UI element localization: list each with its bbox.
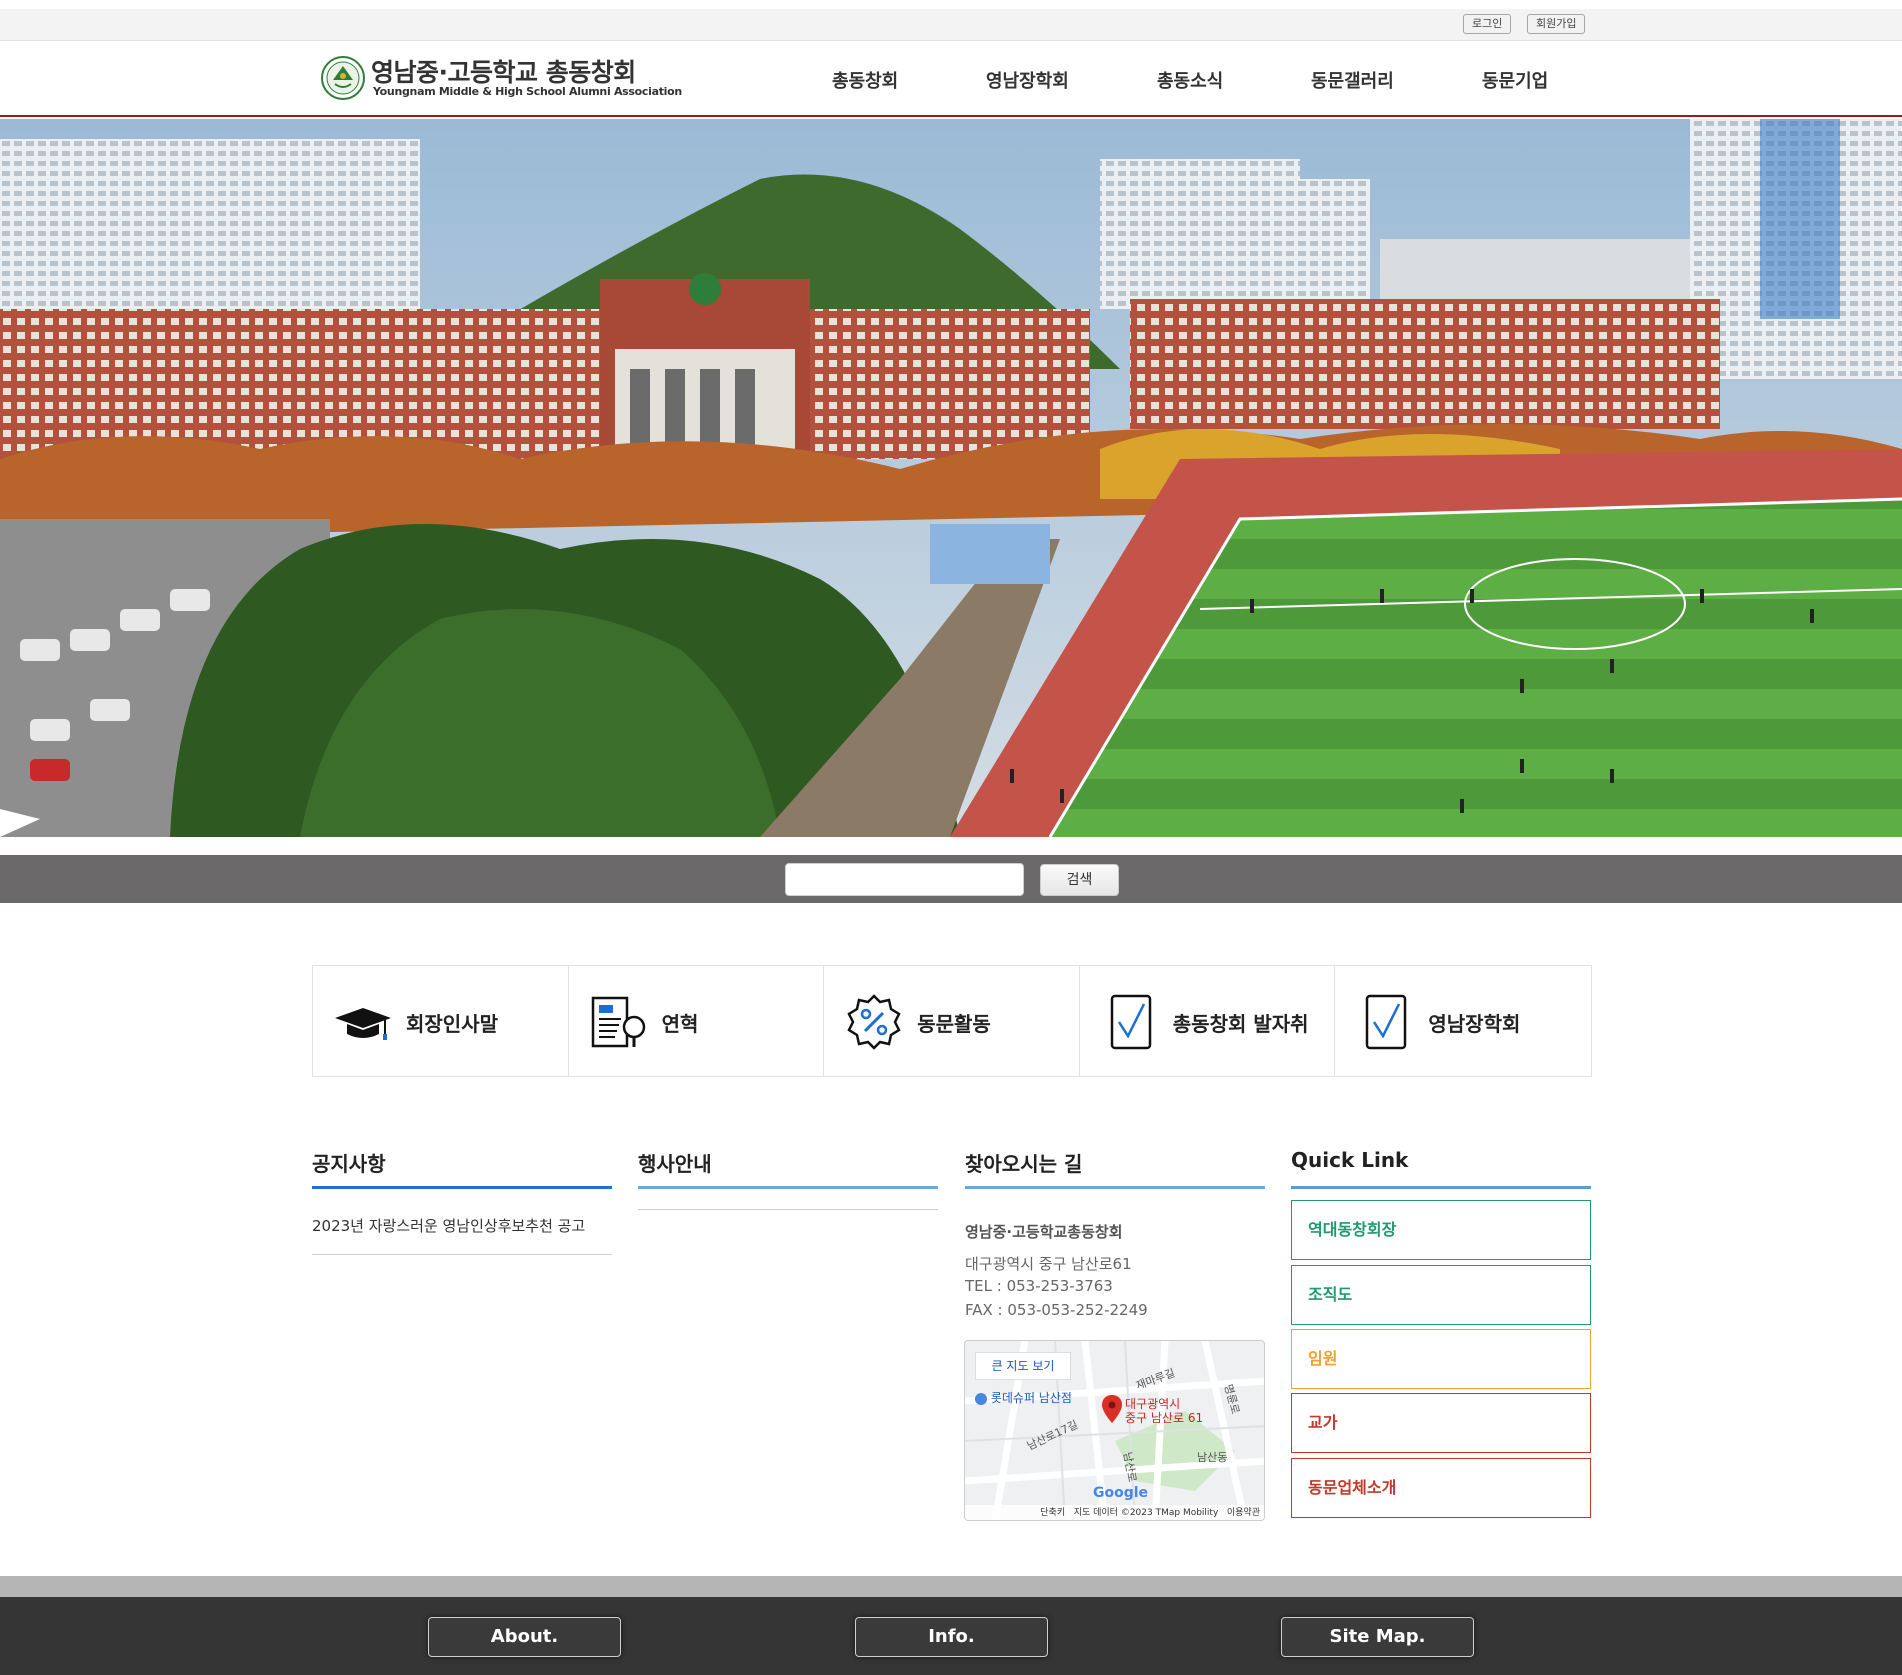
events-title: 행사안내: [638, 1152, 712, 1176]
events-divider: [638, 1209, 938, 1210]
footer-about-button[interactable]: About.: [428, 1617, 621, 1657]
percent-badge-icon: [847, 994, 901, 1050]
quicklink-title: Quick Link: [1291, 1148, 1409, 1172]
nav-item-scholarship[interactable]: 영남장학회: [986, 67, 1069, 93]
notice-underline: [312, 1186, 612, 1189]
notice-title: 공지사항: [312, 1152, 386, 1176]
big-map-button[interactable]: 큰 지도 보기: [975, 1352, 1071, 1380]
quicklink-officers[interactable]: 임원: [1291, 1329, 1591, 1389]
nav-item-news[interactable]: 총동소식: [1157, 67, 1223, 93]
directions-org-name: 영남중·고등학교총동창회: [965, 1223, 1123, 1241]
utility-bar: 로그인 회원가입: [0, 9, 1902, 41]
shop-pin-icon: [975, 1392, 987, 1405]
nav-item-alumni[interactable]: 총동창회: [832, 67, 898, 93]
directions-address: 대구광역시 중구 남산로61: [965, 1255, 1132, 1273]
quicklink-underline: [1291, 1186, 1591, 1189]
campus-photo: [0, 119, 1902, 837]
document-magnifier-icon: [591, 996, 645, 1048]
icon-menu-greeting[interactable]: 회장인사말: [313, 966, 569, 1076]
map-marker-label: 대구광역시 중구 남산로 61: [1125, 1397, 1204, 1425]
icon-menu-label: 영남장학회: [1428, 1012, 1521, 1036]
search-button[interactable]: 검색: [1040, 864, 1119, 896]
quicklink-past-presidents[interactable]: 역대동창회장: [1291, 1200, 1591, 1260]
google-logo: Google: [1093, 1485, 1149, 1501]
login-button[interactable]: 로그인: [1463, 14, 1512, 34]
directions-tel: TEL : 053-253-3763: [965, 1277, 1113, 1295]
school-emblem-icon: [321, 56, 365, 100]
logo-subtitle: Youngnam Middle & High School Alumni Ass…: [373, 85, 682, 98]
icon-menu-label: 동문활동: [917, 1012, 991, 1036]
clipboard-check-icon: [1110, 994, 1152, 1050]
footer-divider: [0, 1576, 1902, 1597]
map-place-label: 롯데슈퍼 남산점: [975, 1389, 1072, 1406]
hero-banner: [0, 119, 1902, 837]
search-input[interactable]: [785, 863, 1024, 896]
footer-sitemap-button[interactable]: Site Map.: [1281, 1617, 1474, 1657]
logo-title: 영남중·고등학교 총동창회: [371, 58, 636, 87]
quicklink-school-song[interactable]: 교가: [1291, 1393, 1591, 1453]
icon-menu-footprints[interactable]: 총동창회 발자취: [1080, 966, 1336, 1076]
icon-menu-history[interactable]: 연혁: [569, 966, 825, 1076]
nav-item-gallery[interactable]: 동문갤러리: [1311, 67, 1394, 93]
icon-menu-scholarship[interactable]: 영남장학회: [1335, 966, 1591, 1076]
clipboard-check-icon: [1366, 994, 1407, 1050]
site-footer: About. Info. Site Map.: [0, 1597, 1902, 1675]
notice-item[interactable]: 2023년 자랑스러운 영남인상후보추천 공고: [312, 1215, 612, 1255]
icon-menu-activities[interactable]: 동문활동: [824, 966, 1080, 1076]
footer-info-button[interactable]: Info.: [855, 1617, 1048, 1657]
quicklink-alumni-business[interactable]: 동문업체소개: [1291, 1458, 1591, 1518]
events-underline: [638, 1186, 938, 1189]
directions-underline: [965, 1186, 1265, 1189]
directions-title: 찾아오시는 길: [965, 1152, 1083, 1176]
directions-fax: FAX : 053-053-252-2249: [965, 1301, 1148, 1319]
nav-item-business[interactable]: 동문기업: [1482, 67, 1548, 93]
map-attribution: 단축키 지도 데이터 ©2023 TMap Mobility 이용약관: [965, 1505, 1264, 1520]
icon-menu-label: 회장인사말: [406, 1012, 498, 1036]
map-street-label: 남산동: [1197, 1451, 1228, 1464]
graduation-cap-icon: [335, 1008, 391, 1040]
icon-menu-label: 연혁: [661, 1012, 699, 1036]
icon-menu: 회장인사말 연혁 동문활동 총동창회 발자취 영남장학회: [312, 965, 1592, 1077]
icon-menu-label: 총동창회 발자취: [1172, 1012, 1309, 1036]
site-header: 영남중·고등학교 총동창회 Youngnam Middle & High Sch…: [0, 41, 1902, 117]
site-logo[interactable]: 영남중·고등학교 총동창회 Youngnam Middle & High Sch…: [321, 54, 682, 102]
map-marker-icon: [1102, 1395, 1122, 1423]
signup-button[interactable]: 회원가입: [1527, 14, 1586, 34]
quicklink-org-chart[interactable]: 조직도: [1291, 1265, 1591, 1325]
map-embed[interactable]: 큰 지도 보기 롯데슈퍼 남산점 재마루길 남산로 남산동 명륜로 남산로17길…: [964, 1340, 1265, 1521]
search-bar: 검색: [0, 855, 1902, 903]
